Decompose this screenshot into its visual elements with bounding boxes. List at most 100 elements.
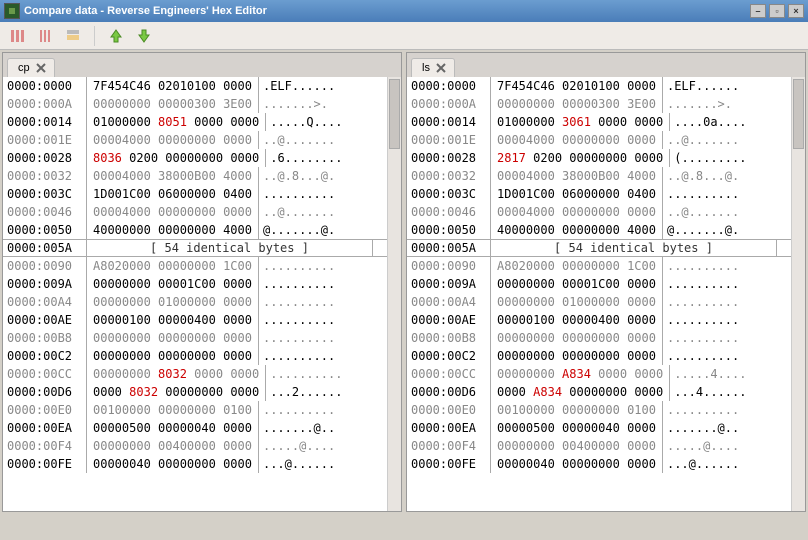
minimize-button[interactable]: – <box>750 4 766 18</box>
hex-row[interactable]: 0000:00D60000 8032 00000000 0000...2....… <box>3 383 387 401</box>
hex-row[interactable]: 0000:005040000000 00000000 4000@.......@… <box>3 221 387 239</box>
hex-row[interactable]: 0000:00EA00000500 00000040 0000.......@.… <box>3 419 387 437</box>
titlebar[interactable]: Compare data - Reverse Engineers' Hex Ed… <box>0 0 808 22</box>
address: 0000:0046 <box>3 203 87 221</box>
hex-bytes: 1D001C00 06000000 0400 <box>87 185 259 203</box>
address: 0000:0028 <box>3 149 87 167</box>
hex-row[interactable]: 0000:003C1D001C00 06000000 0400.........… <box>407 185 791 203</box>
hex-bytes: 00004000 38000B00 4000 <box>491 167 663 185</box>
bars-wide-icon[interactable] <box>6 25 28 47</box>
tabs-left: cp <box>3 53 401 77</box>
collapsed-range[interactable]: 0000:005A[ 54 identical bytes ] <box>407 239 791 257</box>
address: 0000:0090 <box>407 257 491 275</box>
ascii: ...@...... <box>663 455 739 473</box>
hex-row[interactable]: 0000:00FE00000040 00000000 0000...@.....… <box>407 455 791 473</box>
hex-bytes: 7F454C46 02010100 0000 <box>87 77 259 95</box>
hex-row[interactable]: 0000:00CC00000000 8032 0000 0000........… <box>3 365 387 383</box>
hex-row[interactable]: 0000:003C1D001C00 06000000 0400.........… <box>3 185 387 203</box>
hex-bytes: 00000000 00400000 0000 <box>87 437 259 455</box>
toolbar-separator <box>94 26 95 46</box>
tab-ls[interactable]: ls <box>411 58 455 77</box>
ascii: ..@....... <box>663 131 739 149</box>
hex-bytes: 2817 0200 00000000 0000 <box>491 149 670 167</box>
hex-row[interactable]: 0000:00A400000000 01000000 0000.........… <box>407 293 791 311</box>
hex-row[interactable]: 0000:00EA00000500 00000040 0000.......@.… <box>407 419 791 437</box>
close-icon[interactable] <box>436 63 446 73</box>
hexview-left[interactable]: 0000:00007F454C46 02010100 0000.ELF.....… <box>3 77 401 511</box>
hex-bytes: 00000100 00000400 0000 <box>87 311 259 329</box>
tab-cp[interactable]: cp <box>7 58 55 77</box>
hex-row[interactable]: 0000:00C200000000 00000000 0000.........… <box>407 347 791 365</box>
hex-row[interactable]: 0000:001401000000 3061 0000 0000....0a..… <box>407 113 791 131</box>
hex-row[interactable]: 0000:001E00004000 00000000 0000..@......… <box>3 131 387 149</box>
ascii: .....Q.... <box>266 113 342 131</box>
address: 0000:0014 <box>3 113 87 131</box>
address: 0000:00AE <box>407 311 491 329</box>
hex-row[interactable]: 0000:009A00000000 00001C00 0000.........… <box>3 275 387 293</box>
hex-row[interactable]: 0000:001E00004000 00000000 0000..@......… <box>407 131 791 149</box>
hex-row[interactable]: 0000:004600004000 00000000 0000..@......… <box>3 203 387 221</box>
tabs-right: ls <box>407 53 805 77</box>
ascii: ..@....... <box>259 131 335 149</box>
ascii: .......>. <box>663 95 732 113</box>
hex-row[interactable]: 0000:004600004000 00000000 0000..@......… <box>407 203 791 221</box>
hex-row[interactable]: 0000:00AE00000100 00000400 0000.........… <box>3 311 387 329</box>
maximize-button[interactable]: ▫ <box>769 4 785 18</box>
address: 0000:00CC <box>3 365 87 383</box>
scrollbar-thumb[interactable] <box>389 79 400 149</box>
address: 0000:00D6 <box>3 383 87 401</box>
hex-row[interactable]: 0000:00B800000000 00000000 0000.........… <box>407 329 791 347</box>
hex-row[interactable]: 0000:000A00000000 00000300 3E00.......>. <box>3 95 387 113</box>
hex-row[interactable]: 0000:00CC00000000 A834 0000 0000.....4..… <box>407 365 791 383</box>
address: 0000:000A <box>3 95 87 113</box>
hex-bytes: 1D001C00 06000000 0400 <box>491 185 663 203</box>
hex-row[interactable]: 0000:001401000000 8051 0000 0000.....Q..… <box>3 113 387 131</box>
hex-row[interactable]: 0000:00B800000000 00000000 0000.........… <box>3 329 387 347</box>
scrollbar[interactable] <box>791 77 805 511</box>
address: 0000:00C2 <box>3 347 87 365</box>
hex-bytes: 00000040 00000000 0000 <box>87 455 259 473</box>
hex-row[interactable]: 0000:00282817 0200 00000000 0000(.......… <box>407 149 791 167</box>
hex-row[interactable]: 0000:00A400000000 01000000 0000.........… <box>3 293 387 311</box>
hex-row[interactable]: 0000:00007F454C46 02010100 0000.ELF.....… <box>407 77 791 95</box>
collapsed-message: [ 54 identical bytes ] <box>87 239 373 257</box>
close-button[interactable]: × <box>788 4 804 18</box>
hex-row[interactable]: 0000:00007F454C46 02010100 0000.ELF.....… <box>3 77 387 95</box>
hex-row[interactable]: 0000:0090A8020000 00000000 1C00.........… <box>407 257 791 275</box>
address: 0000:00EA <box>3 419 87 437</box>
hex-row[interactable]: 0000:005040000000 00000000 4000@.......@… <box>407 221 791 239</box>
bars-narrow-icon[interactable] <box>62 25 84 47</box>
arrow-up-icon[interactable] <box>105 25 127 47</box>
hex-row[interactable]: 0000:003200004000 38000B00 4000..@.8...@… <box>3 167 387 185</box>
hex-row[interactable]: 0000:00E000100000 00000000 0100.........… <box>3 401 387 419</box>
hex-row[interactable]: 0000:009A00000000 00001C00 0000.........… <box>407 275 791 293</box>
bars-mid-icon[interactable] <box>34 25 56 47</box>
address: 0000:0032 <box>3 167 87 185</box>
hex-row[interactable]: 0000:00FE00000040 00000000 0000...@.....… <box>3 455 387 473</box>
hexview-right[interactable]: 0000:00007F454C46 02010100 0000.ELF.....… <box>407 77 805 511</box>
address: 0000:009A <box>3 275 87 293</box>
address: 0000:005A <box>407 239 491 257</box>
hex-row[interactable]: 0000:00F400000000 00400000 0000.....@...… <box>407 437 791 455</box>
arrow-down-icon[interactable] <box>133 25 155 47</box>
ascii: .....@.... <box>663 437 739 455</box>
scrollbar-thumb[interactable] <box>793 79 804 149</box>
collapsed-message: [ 54 identical bytes ] <box>491 239 777 257</box>
hex-row[interactable]: 0000:00F400000000 00400000 0000.....@...… <box>3 437 387 455</box>
scrollbar[interactable] <box>387 77 401 511</box>
hex-row[interactable]: 0000:000A00000000 00000300 3E00.......>. <box>407 95 791 113</box>
hex-row[interactable]: 0000:00D60000 A834 00000000 0000...4....… <box>407 383 791 401</box>
hex-row[interactable]: 0000:003200004000 38000B00 4000..@.8...@… <box>407 167 791 185</box>
ascii: .......... <box>663 185 739 203</box>
hex-bytes: 00000000 8032 0000 0000 <box>87 365 266 383</box>
address: 0000:00F4 <box>407 437 491 455</box>
hex-row[interactable]: 0000:00C200000000 00000000 0000.........… <box>3 347 387 365</box>
close-icon[interactable] <box>36 63 46 73</box>
hex-row[interactable]: 0000:0090A8020000 00000000 1C00.........… <box>3 257 387 275</box>
hex-row[interactable]: 0000:00288036 0200 00000000 0000.6......… <box>3 149 387 167</box>
ascii: .......... <box>663 401 739 419</box>
hex-row[interactable]: 0000:00AE00000100 00000400 0000.........… <box>407 311 791 329</box>
hex-row[interactable]: 0000:00E000100000 00000000 0100.........… <box>407 401 791 419</box>
collapsed-range[interactable]: 0000:005A[ 54 identical bytes ] <box>3 239 387 257</box>
address: 0000:0000 <box>3 77 87 95</box>
